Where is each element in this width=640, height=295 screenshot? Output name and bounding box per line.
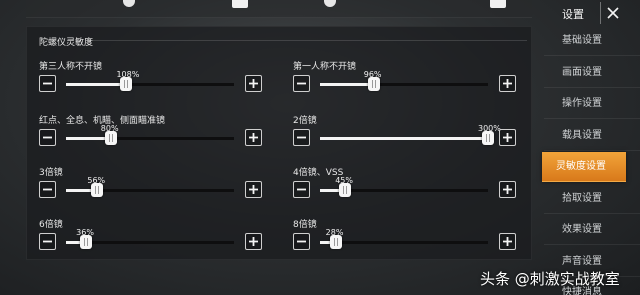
increase-button[interactable]	[499, 75, 516, 92]
setting-label: 第一人称不开镜	[293, 62, 357, 72]
menu-item[interactable]: 操作设置	[544, 89, 640, 119]
decrease-button[interactable]	[293, 75, 310, 92]
slider-value: 300%	[478, 124, 501, 133]
slider-thumb[interactable]	[367, 77, 380, 91]
slider-track[interactable]	[320, 183, 488, 197]
decrease-button[interactable]	[39, 129, 56, 146]
minus-icon	[43, 188, 52, 191]
slider-track[interactable]	[66, 77, 234, 91]
previous-plus-button[interactable]	[490, 0, 506, 8]
plus-icon	[249, 79, 258, 88]
slider-track[interactable]	[66, 235, 234, 249]
slider-value: 56%	[87, 176, 106, 185]
slider-track[interactable]	[320, 77, 488, 91]
plus-icon	[249, 237, 258, 246]
sensitivity-setting: 第一人称不开镜 96%	[293, 59, 523, 103]
sensitivity-setting: 2倍镜 300%	[293, 113, 523, 157]
sensitivity-setting: 6倍镜 36%	[39, 217, 269, 261]
settings-header: 设置	[544, 0, 640, 26]
increase-button[interactable]	[499, 181, 516, 198]
plus-icon	[503, 237, 512, 246]
setting-label: 2倍镜	[293, 116, 317, 126]
minus-icon	[43, 240, 52, 243]
plus-icon	[503, 79, 512, 88]
minus-icon	[297, 136, 306, 139]
plus-icon	[503, 185, 512, 194]
increase-button[interactable]	[245, 233, 262, 250]
sensitivity-setting: 4倍镜、VSS 45%	[293, 165, 523, 209]
previous-slider-thumb[interactable]	[123, 0, 135, 7]
increase-button[interactable]	[245, 129, 262, 146]
plus-icon	[503, 133, 512, 142]
slider-thumb[interactable]	[329, 235, 342, 249]
slider-value: 96%	[363, 70, 382, 79]
decrease-button[interactable]	[293, 233, 310, 250]
menu-item[interactable]: 载具设置	[544, 121, 640, 151]
minus-icon	[43, 82, 52, 85]
previous-slider-thumb[interactable]	[324, 0, 336, 7]
slider-track[interactable]	[66, 131, 234, 145]
slider-track[interactable]	[66, 183, 234, 197]
slider-thumb[interactable]	[104, 131, 117, 145]
slider-value: 45%	[335, 176, 353, 185]
menu-item[interactable]: 基础设置	[544, 26, 640, 56]
slider-thumb[interactable]	[482, 131, 494, 145]
previous-plus-button[interactable]	[232, 0, 248, 8]
previous-section-strip	[26, 0, 532, 18]
watermark: 头条 @刺激实战教室	[480, 270, 620, 288]
menu-item[interactable]: 灵敏度设置	[542, 152, 626, 182]
minus-icon	[297, 82, 306, 85]
plus-icon	[249, 185, 258, 194]
sensitivity-setting: 8倍镜 28%	[293, 217, 523, 261]
decrease-button[interactable]	[39, 233, 56, 250]
slider-value: 36%	[76, 228, 94, 237]
menu-item[interactable]: 拾取设置	[544, 184, 640, 214]
minus-icon	[297, 240, 306, 243]
sensitivity-setting: 红点、全息、机瞄、侧面瞄准镜 80%	[39, 113, 269, 157]
setting-label: 3倍镜	[39, 168, 63, 178]
slider-value: 28%	[325, 228, 344, 237]
sensitivity-setting: 3倍镜 56%	[39, 165, 269, 209]
setting-label: 第三人称不开镜	[39, 62, 103, 72]
increase-button[interactable]	[245, 75, 262, 92]
slider-track[interactable]	[320, 235, 488, 249]
decrease-button[interactable]	[39, 75, 56, 92]
slider-thumb[interactable]	[120, 77, 133, 91]
slider-fill	[66, 83, 127, 86]
section-divider	[87, 39, 527, 42]
increase-button[interactable]	[245, 181, 262, 198]
settings-title: 设置	[562, 8, 584, 21]
gyroscope-sensitivity-panel: 陀螺仪灵敏度 第三人称不开镜 108% 第一人称不开镜 96% 红点、全息、机瞄、侧面瞄…	[26, 26, 532, 260]
setting-label: 8倍镜	[293, 220, 317, 230]
minus-icon	[297, 188, 306, 191]
slider-thumb[interactable]	[80, 235, 93, 249]
menu-item[interactable]: 画面设置	[544, 58, 640, 88]
slider-track[interactable]	[320, 131, 494, 145]
decrease-button[interactable]	[293, 181, 310, 198]
close-icon	[607, 7, 619, 19]
menu-item[interactable]: 效果设置	[544, 215, 640, 245]
sensitivity-setting: 第三人称不开镜 108%	[39, 59, 269, 103]
increase-button[interactable]	[499, 233, 516, 250]
section-title: 陀螺仪灵敏度	[39, 38, 94, 48]
slider-thumb[interactable]	[339, 183, 352, 197]
decrease-button[interactable]	[293, 129, 310, 146]
plus-icon	[249, 133, 258, 142]
slider-value: 108%	[116, 70, 140, 79]
minus-icon	[43, 136, 52, 139]
setting-label: 6倍镜	[39, 220, 63, 230]
slider-fill	[320, 83, 374, 86]
decrease-button[interactable]	[39, 181, 56, 198]
slider-thumb[interactable]	[91, 183, 104, 197]
close-button[interactable]	[600, 2, 624, 24]
slider-fill	[320, 137, 488, 140]
increase-button[interactable]	[499, 129, 516, 146]
slider-value: 80%	[100, 124, 119, 133]
